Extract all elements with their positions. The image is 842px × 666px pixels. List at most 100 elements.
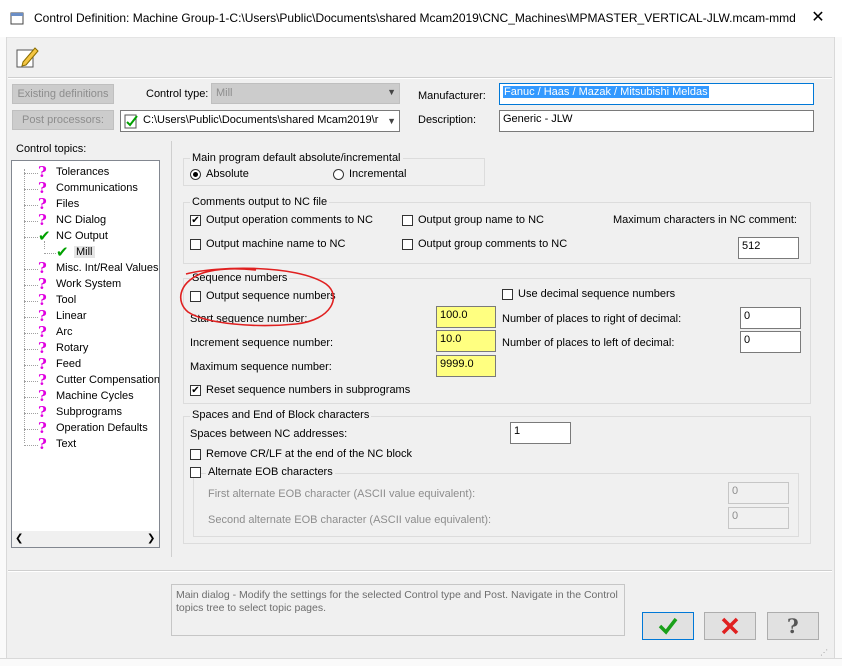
reset-sequence-checkbox[interactable]: ✔ bbox=[190, 385, 201, 396]
group-name-checkbox[interactable] bbox=[402, 215, 413, 226]
tree-item-cutter-compensation[interactable]: ? Cutter Compensation bbox=[12, 373, 159, 389]
scroll-left-icon[interactable]: ❮ bbox=[15, 533, 23, 544]
tree-guide-line bbox=[24, 189, 38, 190]
remove-crlf-checkbox[interactable] bbox=[190, 449, 201, 460]
help-button[interactable]: ? bbox=[767, 612, 819, 640]
tree-item-communications[interactable]: ? Communications bbox=[12, 181, 159, 197]
edit-notes-icon[interactable] bbox=[14, 44, 40, 70]
tree-item-misc-int-real-values[interactable]: ? Misc. Int/Real Values bbox=[12, 261, 159, 277]
existing-definitions-button[interactable]: Existing definitions bbox=[12, 84, 114, 104]
tree-item-label: Linear bbox=[56, 310, 87, 322]
question-icon: ? bbox=[38, 371, 47, 389]
start-sequence-input[interactable]: 100.0 bbox=[436, 306, 496, 328]
tree-guide-line bbox=[24, 429, 38, 430]
cancel-x-icon bbox=[721, 617, 739, 635]
scroll-right-icon[interactable]: ❯ bbox=[147, 533, 155, 544]
control-topics-tree[interactable]: ? Tolerances? Communications? Files? NC Dial… bbox=[11, 160, 160, 548]
tree-horizontal-scrollbar[interactable]: ❮ ❯ bbox=[12, 531, 159, 547]
max-sequence-input[interactable]: 9999.0 bbox=[436, 355, 496, 377]
question-icon: ? bbox=[38, 291, 47, 309]
group-comments-label: Output group comments to NC bbox=[418, 238, 568, 250]
tree-guide-line bbox=[24, 397, 38, 398]
post-path-dropdown[interactable]: C:\Users\Public\Documents\shared Mcam201… bbox=[120, 110, 400, 132]
group-comments-checkbox[interactable] bbox=[402, 239, 413, 250]
incremental-label: Incremental bbox=[349, 168, 407, 180]
post-processors-button[interactable]: Post processors: bbox=[12, 110, 114, 130]
tree-guide-line bbox=[24, 317, 38, 318]
tree-item-feed[interactable]: ? Feed bbox=[12, 357, 159, 373]
max-chars-input[interactable]: 512 bbox=[738, 237, 799, 259]
close-button[interactable]: ✕ bbox=[806, 6, 830, 30]
tree-item-label: Communications bbox=[56, 182, 138, 194]
spaces-input[interactable]: 1 bbox=[510, 422, 571, 444]
ok-button[interactable] bbox=[642, 612, 694, 640]
absolute-label: Absolute bbox=[206, 168, 249, 180]
manufacturer-value: Fanuc / Haas / Mazak / Mitsubishi Meldas bbox=[503, 86, 709, 98]
left-decimal-label: Number of places to left of decimal: bbox=[502, 337, 675, 349]
absolute-radio[interactable] bbox=[190, 169, 201, 180]
tree-item-nc-dialog[interactable]: ? NC Dialog bbox=[12, 213, 159, 229]
post-file-check-icon bbox=[124, 114, 138, 129]
tree-guide-line bbox=[24, 301, 38, 302]
red-annotation-circle bbox=[179, 267, 335, 327]
tree-item-label: Machine Cycles bbox=[56, 390, 134, 402]
description-input[interactable]: Generic - JLW bbox=[499, 110, 814, 132]
toolbar-separator bbox=[8, 77, 832, 79]
description-label: Description: bbox=[418, 114, 477, 126]
tree-item-arc[interactable]: ? Arc bbox=[12, 325, 159, 341]
cancel-button[interactable] bbox=[704, 612, 756, 640]
resize-grip-icon[interactable]: ⋰ bbox=[820, 648, 828, 657]
second-eob-input[interactable]: 0 bbox=[728, 507, 789, 529]
tree-guide-line bbox=[24, 445, 38, 446]
chevron-down-icon: ▼ bbox=[387, 87, 396, 97]
tree-item-linear[interactable]: ? Linear bbox=[12, 309, 159, 325]
tree-guide-line bbox=[24, 413, 38, 414]
alternate-eob-group bbox=[193, 473, 799, 537]
question-icon: ? bbox=[38, 387, 47, 405]
use-decimal-checkbox[interactable] bbox=[502, 289, 513, 300]
control-topics-label: Control topics: bbox=[16, 143, 87, 155]
control-type-value: Mill bbox=[216, 87, 233, 99]
status-message: Main dialog - Modify the settings for th… bbox=[171, 584, 625, 636]
tree-item-tool[interactable]: ? Tool bbox=[12, 293, 159, 309]
tree-item-mill[interactable]: ✔ Mill bbox=[12, 245, 159, 261]
tree-guide-line bbox=[24, 365, 38, 366]
increment-sequence-input[interactable]: 10.0 bbox=[436, 330, 496, 352]
tree-item-operation-defaults[interactable]: ? Operation Defaults bbox=[12, 421, 159, 437]
tree-guide-line bbox=[24, 237, 38, 238]
tree-item-text[interactable]: ? Text bbox=[12, 437, 159, 453]
tree-item-label: Cutter Compensation bbox=[56, 374, 160, 386]
tree-item-label: Misc. Int/Real Values bbox=[56, 262, 159, 274]
question-icon: ? bbox=[38, 179, 47, 197]
tree-item-files[interactable]: ? Files bbox=[12, 197, 159, 213]
tree-item-label: Text bbox=[56, 438, 77, 450]
tree-item-label: Operation Defaults bbox=[56, 422, 148, 434]
tree-item-label: Tool bbox=[56, 294, 77, 306]
manufacturer-input[interactable]: Fanuc / Haas / Mazak / Mitsubishi Meldas bbox=[499, 83, 814, 105]
question-icon: ? bbox=[38, 339, 47, 357]
op-comments-checkbox[interactable]: ✔ bbox=[190, 215, 201, 226]
tree-item-label: Files bbox=[56, 198, 80, 210]
right-decimal-input[interactable]: 0 bbox=[740, 307, 801, 329]
left-decimal-input[interactable]: 0 bbox=[740, 331, 801, 353]
question-icon: ? bbox=[38, 419, 47, 437]
control-type-dropdown[interactable]: Mill ▼ bbox=[211, 83, 400, 104]
help-icon: ? bbox=[787, 614, 799, 638]
tree-item-tolerances[interactable]: ? Tolerances bbox=[12, 165, 159, 181]
max-sequence-label: Maximum sequence number: bbox=[190, 361, 332, 373]
alternate-eob-checkbox[interactable] bbox=[190, 467, 201, 478]
first-eob-input[interactable]: 0 bbox=[728, 482, 789, 504]
tree-item-nc-output[interactable]: ✔ NC Output bbox=[12, 229, 159, 245]
tree-item-work-system[interactable]: ? Work System bbox=[12, 277, 159, 293]
right-decimal-label: Number of places to right of decimal: bbox=[502, 313, 682, 325]
tree-item-rotary[interactable]: ? Rotary bbox=[12, 341, 159, 357]
tree-item-machine-cycles[interactable]: ? Machine Cycles bbox=[12, 389, 159, 405]
tree-item-subprograms[interactable]: ? Subprograms bbox=[12, 405, 159, 421]
machine-name-checkbox[interactable] bbox=[190, 239, 201, 250]
tree-item-label: Tolerances bbox=[56, 166, 110, 178]
tree-item-label: NC Output bbox=[56, 230, 108, 242]
bottom-separator bbox=[8, 570, 832, 572]
tree-item-label: NC Dialog bbox=[56, 214, 107, 226]
incremental-radio[interactable] bbox=[333, 169, 344, 180]
background-window-edge bbox=[0, 37, 7, 665]
